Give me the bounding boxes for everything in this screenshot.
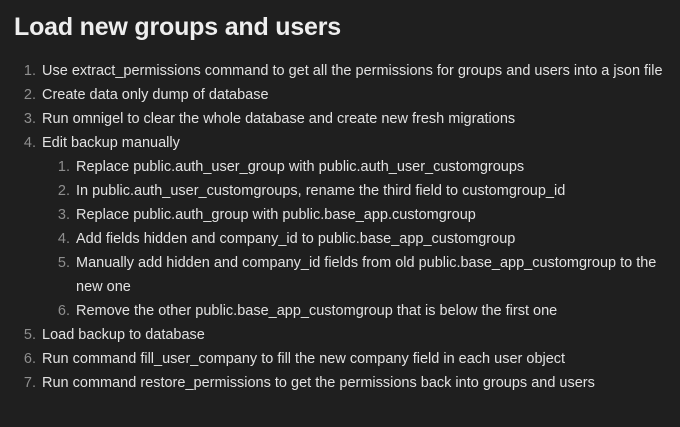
list-number: 7. xyxy=(23,375,36,391)
list-number: 6. xyxy=(23,351,36,367)
sub-list-item: 4. Add fields hidden and company_id to p… xyxy=(14,227,664,251)
page-title: Load new groups and users xyxy=(14,13,341,41)
list-item-text: Run command fill_user_company to fill th… xyxy=(42,351,566,367)
list-item-text: Replace public.auth_group with public.ba… xyxy=(76,207,476,223)
list-item: 1. Use extract_permissions command to ge… xyxy=(14,59,664,83)
list-number: 2. xyxy=(57,183,70,199)
list-item-text: Edit backup manually xyxy=(42,135,180,151)
list-number: 3. xyxy=(23,111,36,127)
list-number: 1. xyxy=(23,63,36,79)
list-item-text: Replace public.auth_user_group with publ… xyxy=(76,159,525,175)
list-item-text: Remove the other public.base_app_customg… xyxy=(76,303,558,319)
sub-list-item: 5. Manually add hidden and company_id fi… xyxy=(14,251,664,299)
list-item-text: Add fields hidden and company_id to publ… xyxy=(76,231,516,247)
list-item-text: Run omnigel to clear the whole database … xyxy=(42,111,516,127)
list-item-text: Create data only dump of database xyxy=(42,87,269,103)
list-item: 5. Load backup to database xyxy=(14,323,664,347)
list-item: 6. Run command fill_user_company to fill… xyxy=(14,347,664,371)
sub-list-item: 2. In public.auth_user_customgroups, ren… xyxy=(14,179,664,203)
list-number: 1. xyxy=(57,159,70,175)
steps-list: 1. Use extract_permissions command to ge… xyxy=(14,59,664,395)
list-number: 2. xyxy=(23,87,36,103)
list-item: 7. Run command restore_permissions to ge… xyxy=(14,371,664,395)
list-item-text: In public.auth_user_customgroups, rename… xyxy=(76,183,566,199)
list-item: 3. Run omnigel to clear the whole databa… xyxy=(14,107,664,131)
list-item: 2. Create data only dump of database xyxy=(14,83,664,107)
list-item-text: Load backup to database xyxy=(42,327,205,343)
sub-list-item: 1. Replace public.auth_user_group with p… xyxy=(14,155,664,179)
list-number: 5. xyxy=(57,255,70,271)
list-item-text: Use extract_permissions command to get a… xyxy=(42,63,663,79)
list-number: 4. xyxy=(23,135,36,151)
list-item-text: Run command restore_permissions to get t… xyxy=(42,375,595,391)
list-item: 4. Edit backup manually xyxy=(14,131,664,155)
list-item-text: Manually add hidden and company_id field… xyxy=(76,255,657,295)
sub-list-item: 3. Replace public.auth_group with public… xyxy=(14,203,664,227)
list-number: 6. xyxy=(57,303,70,319)
list-number: 3. xyxy=(57,207,70,223)
sub-list-item: 6. Remove the other public.base_app_cust… xyxy=(14,299,664,323)
document: Load new groups and users 1. Use extract… xyxy=(0,0,680,427)
list-number: 5. xyxy=(23,327,36,343)
list-number: 4. xyxy=(57,231,70,247)
